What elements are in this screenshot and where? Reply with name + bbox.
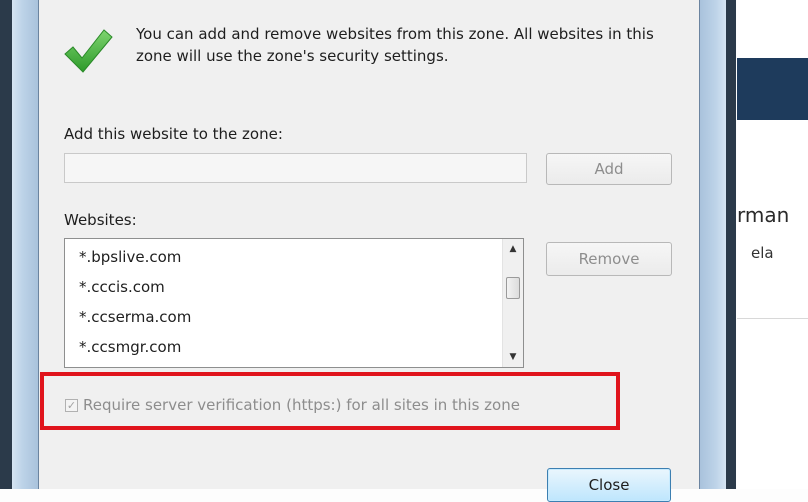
websites-list[interactable]: *.bpslive.com *.cccis.com *.ccserma.com …	[64, 238, 524, 368]
websites-label: Websites:	[64, 211, 137, 229]
window-border-left	[12, 0, 39, 489]
window-frame-left	[0, 0, 12, 489]
background-page: rman ela	[737, 0, 808, 489]
scroll-down-arrow-icon[interactable]: ▼	[503, 349, 523, 365]
window-border-right	[699, 0, 727, 489]
highlight-box	[40, 372, 620, 430]
checkmark-icon	[64, 29, 113, 73]
list-item[interactable]: *.cccis.com	[79, 278, 165, 296]
zone-info-text: You can add and remove websites from thi…	[136, 25, 654, 65]
scroll-up-arrow-icon[interactable]: ▲	[503, 241, 523, 257]
websites-scrollbar[interactable]: ▲ ▼	[502, 239, 523, 367]
add-website-label: Add this website to the zone:	[64, 125, 283, 143]
add-website-input[interactable]	[64, 153, 527, 183]
window-frame-right	[726, 0, 736, 489]
list-item[interactable]: *.ccserma.com	[79, 308, 191, 326]
background-navbar	[737, 58, 808, 120]
background-subtext: ela	[751, 244, 774, 262]
background-heading: rman	[737, 203, 790, 227]
list-item[interactable]: *.bpslive.com	[79, 248, 181, 266]
list-item[interactable]: *.ccsmgr.com	[79, 338, 181, 356]
close-button[interactable]: Close	[547, 468, 671, 502]
background-divider	[737, 318, 808, 319]
scroll-thumb[interactable]	[506, 277, 520, 299]
add-button[interactable]: Add	[546, 153, 672, 185]
remove-button[interactable]: Remove	[546, 242, 672, 276]
